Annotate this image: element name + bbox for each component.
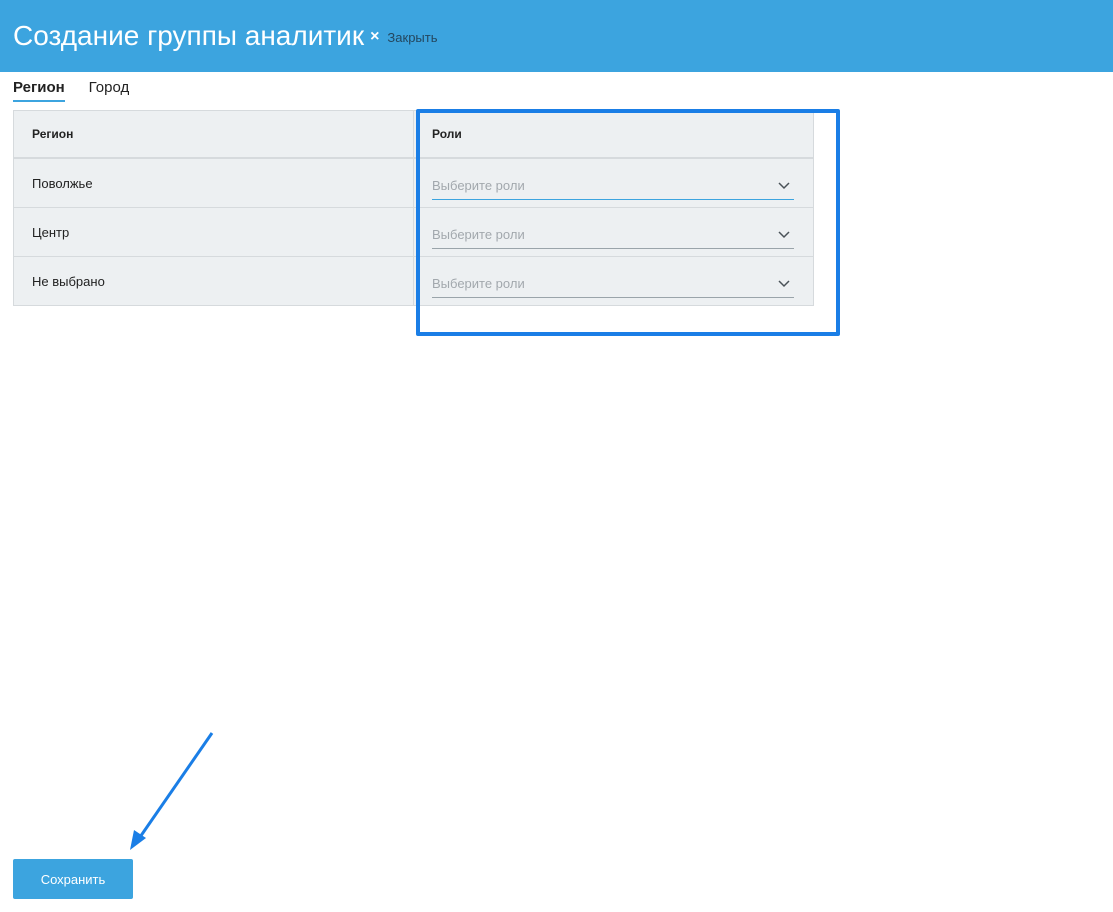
page: Создание группы аналитик × Закрыть Регио… [0, 0, 1113, 912]
table-row: Не выбрано Выберите роли [14, 256, 813, 305]
roles-select[interactable]: Выберите роли [432, 222, 794, 249]
region-cell: Не выбрано [14, 257, 414, 305]
close-label[interactable]: Закрыть [387, 30, 437, 45]
roles-select[interactable]: Выберите роли [432, 173, 794, 200]
roles-select[interactable]: Выберите роли [432, 271, 794, 298]
chevron-down-icon[interactable] [778, 228, 790, 240]
tab-bar: Регион Город [13, 78, 153, 102]
page-title: Создание группы аналитик [13, 20, 365, 51]
tab-city[interactable]: Город [89, 78, 130, 102]
close-button[interactable]: × Закрыть [370, 29, 437, 45]
tab-region[interactable]: Регион [13, 78, 65, 102]
header-bar: Создание группы аналитик × Закрыть [0, 0, 1113, 72]
column-header-roles: Роли [432, 127, 462, 141]
roles-select-placeholder: Выберите роли [432, 178, 525, 193]
table-row: Поволжье Выберите роли [14, 158, 813, 207]
column-header-region: Регион [14, 111, 414, 157]
save-button[interactable]: Сохранить [13, 859, 133, 899]
roles-cell: Выберите роли [414, 208, 813, 256]
roles-cell: Выберите роли [414, 159, 813, 207]
roles-cell: Выберите роли [414, 257, 813, 305]
roles-select-placeholder: Выберите роли [432, 276, 525, 291]
roles-select-placeholder: Выберите роли [432, 227, 525, 242]
chevron-down-icon[interactable] [778, 179, 790, 191]
roles-table: Регион Роли Поволжье Выберите роли Центр… [13, 110, 814, 306]
region-cell: Поволжье [14, 159, 414, 207]
table-header-row: Регион Роли [14, 111, 813, 158]
close-icon[interactable]: × [370, 29, 379, 45]
table-row: Центр Выберите роли [14, 207, 813, 256]
chevron-down-icon[interactable] [778, 277, 790, 289]
region-cell: Центр [14, 208, 414, 256]
